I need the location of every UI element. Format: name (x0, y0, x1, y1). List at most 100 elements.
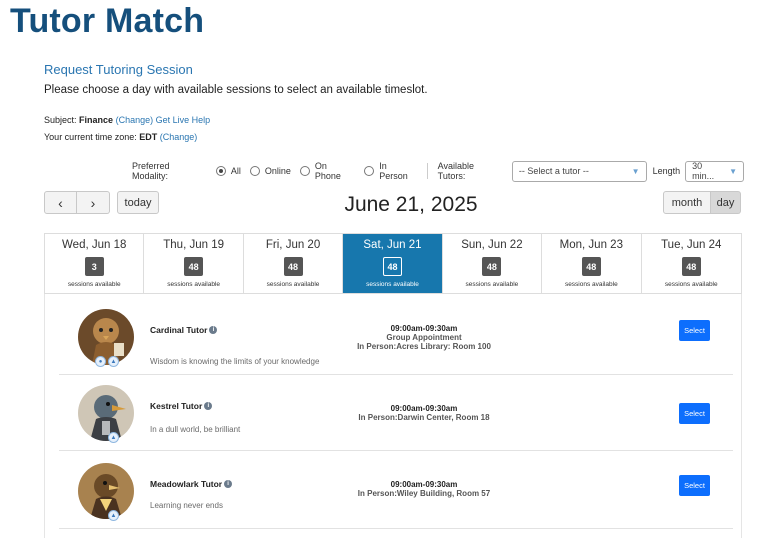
sessions-available-caption: sessions available (366, 281, 419, 288)
tutor-avatar (78, 385, 134, 441)
group-icon: ● (95, 356, 106, 367)
length-select-value: 30 min... (692, 161, 715, 181)
radio-label: Online (264, 166, 291, 176)
session-row: ▲ Kestrel Tutor i In a dull world, be bri… (59, 375, 733, 451)
session-location: In Person:Darwin Center, Room 18 (358, 413, 490, 422)
live-help-link[interactable]: Get Live Help (156, 115, 211, 125)
modality-radio-phone[interactable]: On Phone (299, 161, 355, 181)
instructions-text: Please choose a day with available sessi… (44, 84, 428, 96)
session-count-badge: 48 (681, 257, 701, 276)
session-time: 09:00am-09:30am (390, 480, 458, 489)
filter-divider (426, 163, 428, 179)
tutor-name: Kestrel Tutor i (150, 401, 213, 411)
sessions-available-caption: sessions available (465, 281, 519, 288)
day-name: Thu, Jun 19 (163, 239, 224, 251)
day-strip: Wed, Jun 18 3 sessions available Thu, Ju… (44, 233, 742, 294)
select-session-button[interactable]: Select (679, 475, 710, 496)
session-location: In Person:Wiley Building, Room 57 (357, 489, 491, 498)
session-type: Group Appointment (386, 333, 462, 342)
change-subject-link[interactable]: (Change) (116, 115, 154, 125)
tutor-name: Cardinal Tutor i (150, 325, 218, 335)
sessions-panel: ● ▲ Cardinal Tutor i Wisdom is knowing th… (44, 294, 742, 538)
radio-circle (364, 166, 375, 176)
session-count-badge: 48 (382, 257, 402, 276)
subject-label: Subject: (44, 115, 77, 125)
session-count-badge: 3 (84, 257, 104, 276)
modality-label: Preferred Modality: (132, 161, 170, 181)
radio-circle (249, 166, 260, 176)
session-slot: 09:00am-09:30am Group Appointment In Per… (324, 324, 524, 351)
app-title: Tutor Match (10, 2, 205, 40)
day-name: Mon, Jun 23 (559, 239, 623, 251)
day-name: Fri, Jun 20 (265, 239, 321, 251)
change-timezone-link[interactable]: (Change) (160, 132, 198, 142)
tutor-select[interactable]: -- Select a tutor -- ▼ (511, 160, 647, 182)
day-cell-selected[interactable]: Sat, Jun 21 48 sessions available (343, 234, 443, 293)
section-title: Request Tutoring Session (44, 62, 193, 77)
day-cell[interactable]: Sun, Jun 22 48 sessions available (442, 234, 543, 293)
view-toggle: month day (663, 191, 741, 214)
tutor-name-text: Kestrel Tutor (150, 401, 203, 411)
radio-label: On Phone (314, 161, 341, 181)
sessions-available-caption: sessions available (664, 281, 718, 288)
session-count-badge: 48 (581, 257, 601, 276)
current-date-text: June 21, 2025 (344, 193, 478, 216)
day-cell[interactable]: Tue, Jun 24 48 sessions available (641, 234, 741, 293)
sessions-available-caption: sessions available (564, 281, 618, 288)
session-location: In Person:Acres Library: Room 100 (357, 342, 491, 351)
tutor-name-text: Meadowlark Tutor (150, 479, 223, 489)
select-session-button[interactable]: Select (679, 320, 710, 341)
radio-label: In Person (379, 161, 408, 181)
day-name: Sun, Jun 22 (461, 239, 523, 251)
sessions-available-caption: sessions available (266, 281, 320, 288)
day-cell[interactable]: Fri, Jun 20 48 sessions available (243, 234, 344, 293)
select-session-button[interactable]: Select (679, 403, 710, 424)
session-count-badge: 48 (482, 257, 502, 276)
sessions-available-caption: sessions available (67, 281, 121, 288)
day-name: Sat, Jun 21 (363, 239, 422, 251)
subject-line: Subject: Finance (Change) Get Live Help (44, 115, 210, 125)
length-label: Length (652, 166, 681, 176)
radio-circle (299, 166, 310, 176)
session-row: ▲ Meadowlark Tutor i Learning never ends … (59, 453, 733, 529)
tutor-quote: Learning never ends (150, 501, 223, 510)
day-view-button[interactable]: day (711, 191, 741, 214)
tutor-select-value: -- Select a tutor -- (518, 166, 589, 176)
radio-circle (215, 166, 226, 176)
session-time: 09:00am-09:30am (390, 404, 458, 413)
in-person-icon: ▲ (108, 432, 119, 443)
length-select[interactable]: 30 min... ▼ (685, 160, 745, 182)
chevron-down-icon: ▼ (729, 166, 738, 176)
session-time: 09:00am-09:30am (390, 324, 458, 333)
day-cell[interactable]: Mon, Jun 23 48 sessions available (542, 234, 642, 293)
session-slot: 09:00am-09:30am In Person:Wiley Building… (324, 480, 524, 498)
radio-label: All (230, 166, 241, 176)
session-count-badge: 48 (184, 257, 204, 276)
modality-radio-all[interactable]: All (215, 166, 241, 176)
info-icon[interactable]: i (204, 402, 213, 410)
info-icon[interactable]: i (209, 326, 218, 334)
day-cell[interactable]: Wed, Jun 18 3 sessions available (45, 234, 145, 293)
in-person-icon: ▲ (108, 510, 119, 521)
tutors-label: Available Tutors: (437, 161, 475, 181)
tutor-quote: Wisdom is knowing the limits of your kno… (150, 357, 320, 366)
modality-radio-in-person[interactable]: In Person (364, 161, 417, 181)
tutor-name-text: Cardinal Tutor (150, 325, 208, 335)
tutor-quote: In a dull world, be brilliant (150, 425, 241, 434)
timezone-value: EDT (139, 132, 158, 142)
session-row: ● ▲ Cardinal Tutor i Wisdom is knowing th… (59, 299, 733, 375)
info-icon[interactable]: i (224, 480, 233, 488)
session-slot: 09:00am-09:30am In Person:Darwin Center,… (324, 404, 524, 422)
sessions-available-caption: sessions available (167, 281, 221, 288)
chevron-down-icon: ▼ (631, 166, 640, 176)
modality-radio-online[interactable]: Online (249, 166, 291, 176)
tutor-avatar (78, 463, 134, 519)
subject-value: Finance (79, 115, 114, 125)
in-person-icon: ▲ (108, 356, 119, 367)
tutor-name: Meadowlark Tutor i (150, 479, 233, 489)
filter-bar: Preferred Modality: All Online On Phone … (132, 159, 745, 183)
day-cell[interactable]: Thu, Jun 19 48 sessions available (144, 234, 244, 293)
tutor-avatar (78, 309, 134, 365)
month-view-button[interactable]: month (663, 191, 711, 214)
day-name: Wed, Jun 18 (62, 239, 127, 251)
